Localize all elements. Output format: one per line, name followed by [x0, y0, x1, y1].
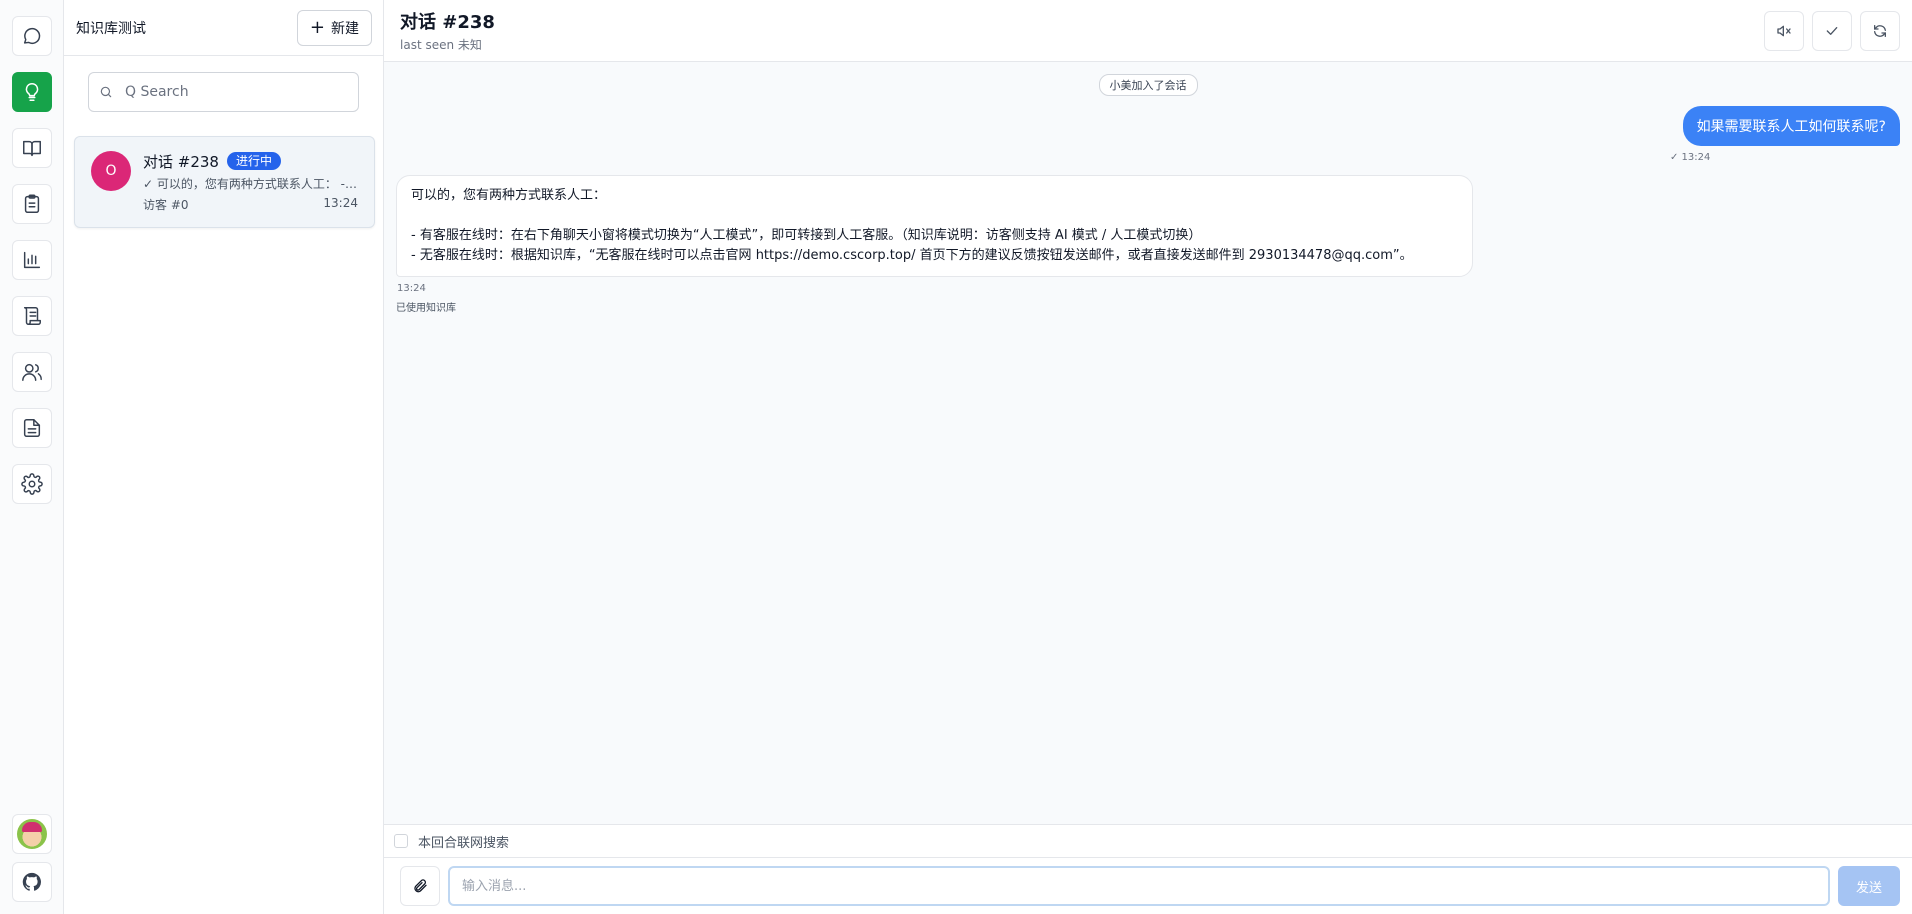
- send-button[interactable]: 发送: [1838, 866, 1900, 906]
- rail-settings-button[interactable]: [11, 464, 52, 504]
- conversation-top-row: 对话 #238 进行中: [143, 151, 358, 171]
- system-notice-row: 小美加入了会话: [396, 74, 1900, 96]
- check-icon: [1826, 26, 1838, 35]
- document-icon: [23, 419, 40, 437]
- search-icon: [100, 86, 112, 98]
- conversation-visitor: 访客 #0: [143, 198, 189, 212]
- outgoing-time: ✓ 13:24: [1670, 152, 1711, 163]
- resolve-button[interactable]: [1812, 10, 1852, 51]
- refresh-icon: [1874, 24, 1886, 37]
- search-input[interactable]: [125, 84, 348, 100]
- refresh-button[interactable]: [1860, 10, 1900, 51]
- conversation-item[interactable]: O 对话 #238 进行中 ✓ 可以的，您有两种方式联系人工： - 有客服在线时…: [74, 136, 375, 228]
- incoming-spacer: [411, 206, 1458, 226]
- search-wrapper: [64, 56, 383, 128]
- rail-knowledge-button[interactable]: [11, 72, 52, 112]
- message-area: 小美加入了会话 如果需要联系人工如何联系呢? ✓ 13:24 可以的，您有两种方…: [384, 62, 1912, 824]
- app-root: 知识库测试 + 新建 O 对话 #238 进行中 ✓ 可以的，您有两种方式联系人…: [0, 0, 1912, 914]
- chat-panel: 对话 #238 last seen 未知 小美加入了会话 如果需要联系人工如何联…: [384, 0, 1912, 914]
- plus-icon: +: [309, 16, 325, 38]
- rail-users-button[interactable]: [11, 352, 52, 392]
- conversation-meta: 访客 #0 13:24: [143, 196, 358, 213]
- rail-github-button[interactable]: [11, 862, 52, 902]
- outgoing-bubble: 如果需要联系人工如何联系呢?: [1682, 106, 1900, 146]
- rail-chat-button[interactable]: [11, 16, 52, 56]
- rail-scroll-button[interactable]: [11, 296, 52, 336]
- rail-clipboard-button[interactable]: [11, 184, 52, 224]
- user-avatar[interactable]: [11, 814, 52, 854]
- rail-book-button[interactable]: [11, 128, 52, 168]
- mute-button[interactable]: [1764, 10, 1804, 51]
- chat-bubble-icon: [23, 27, 40, 45]
- search-box: [88, 72, 359, 112]
- status-badge: 进行中: [226, 152, 281, 170]
- lightbulb-icon: [25, 82, 38, 102]
- system-notice: 小美加入了会话: [1098, 74, 1198, 96]
- header-actions: [1764, 10, 1900, 51]
- conversation-avatar: O: [91, 151, 131, 191]
- list-title: 知识库测试: [76, 20, 146, 37]
- scroll-icon: [23, 307, 41, 325]
- incoming-line-1: 可以的，您有两种方式联系人工：: [411, 188, 607, 203]
- list-header: 知识库测试 + 新建: [64, 0, 383, 56]
- chat-title: 对话 #238: [400, 12, 495, 33]
- conversation-list-panel: 知识库测试 + 新建 O 对话 #238 进行中 ✓ 可以的，您有两种方式联系人…: [64, 0, 384, 914]
- rail-stats-button[interactable]: [11, 240, 52, 280]
- chat-header: 对话 #238 last seen 未知: [384, 0, 1912, 62]
- book-icon: [22, 140, 41, 157]
- incoming-bubble: 可以的，您有两种方式联系人工： - 有客服在线时：在右下角聊天小窗将模式切换为“…: [396, 175, 1473, 277]
- incoming-line-3: - 无客服在线时：根据知识库，“无客服在线时可以点击官网 https://dem…: [411, 248, 1413, 263]
- chat-subtitle: last seen 未知: [400, 38, 482, 52]
- incoming-line-2: - 有客服在线时：在右下角聊天小窗将模式切换为“人工模式”，即可转接到人工客服。…: [411, 228, 1202, 243]
- knowledge-used-note: 已使用知识库: [396, 303, 456, 314]
- rail-document-button[interactable]: [11, 408, 52, 448]
- bar-chart-icon: [23, 251, 40, 269]
- web-search-checkbox[interactable]: [394, 834, 408, 848]
- new-button-label: 新建: [331, 20, 359, 37]
- web-search-row: 本回合联网搜索: [384, 824, 1912, 857]
- message-input[interactable]: [448, 866, 1830, 906]
- icon-rail: [0, 0, 64, 914]
- attach-button[interactable]: [400, 866, 440, 906]
- composer: 发送: [384, 857, 1912, 914]
- users-icon: [21, 363, 42, 381]
- chat-title-block: 对话 #238 last seen 未知: [400, 8, 495, 53]
- conversation-body: 对话 #238 进行中 ✓ 可以的，您有两种方式联系人工： - 有客服在线时：在…: [143, 151, 358, 213]
- incoming-time: 13:24: [397, 283, 426, 294]
- clipboard-icon: [24, 194, 39, 213]
- incoming-message: 可以的，您有两种方式联系人工： - 有客服在线时：在右下角聊天小窗将模式切换为“…: [396, 175, 1900, 314]
- web-search-label[interactable]: 本回合联网搜索: [418, 832, 509, 851]
- conversation-time: 13:24: [323, 196, 358, 210]
- paperclip-icon: [414, 879, 427, 893]
- avatar-image: [16, 819, 47, 849]
- new-conversation-button[interactable]: + 新建: [296, 9, 372, 46]
- github-icon: [22, 872, 41, 891]
- outgoing-message: 如果需要联系人工如何联系呢? ✓ 13:24: [396, 106, 1900, 163]
- gear-icon: [20, 473, 43, 495]
- conversation-preview: ✓ 可以的，您有两种方式联系人工： - 有客服在线时：在右下角聊天小窗将模式切换…: [143, 177, 358, 191]
- conversation-name: 对话 #238: [143, 152, 219, 171]
- speaker-muted-icon: [1777, 25, 1791, 36]
